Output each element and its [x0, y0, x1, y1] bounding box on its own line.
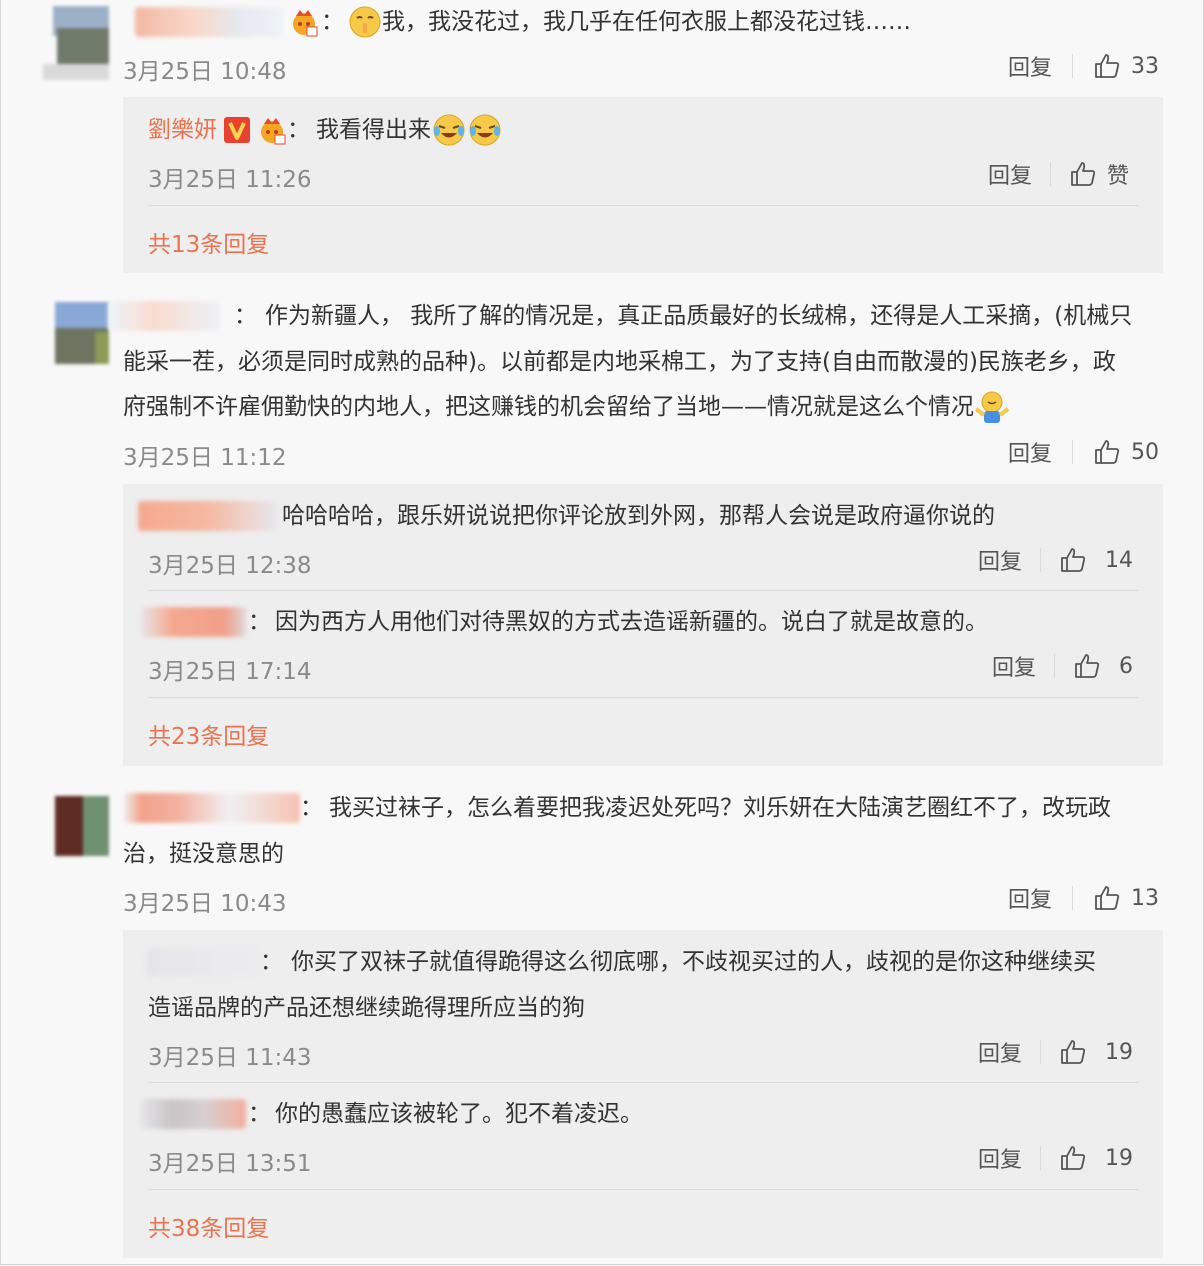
- reply-author-name[interactable]: 劉樂妍: [148, 107, 217, 153]
- like-count: 33: [1131, 53, 1160, 79]
- thumbs-up-icon[interactable]: [1073, 652, 1101, 680]
- divider: [148, 205, 1138, 206]
- divider: [1040, 1040, 1042, 1064]
- like-count: 19: [1105, 1039, 1134, 1065]
- reply-author-name[interactable]: [140, 607, 246, 637]
- comment-text: 作为新疆人， 我所了解的情况是，真正品质最好的长绒棉，还得是人工采摘，(机械只: [265, 303, 1133, 329]
- like-label[interactable]: 赞: [1107, 158, 1129, 190]
- comment-3-row: ： 我买过袜子，怎么着要把我凌迟处死吗？刘乐妍在大陆演艺圈红不了，改玩政: [124, 786, 1111, 830]
- reply-text: 因为西方人用他们对待黑奴的方式去造谣新疆的。说白了就是故意的。: [275, 609, 988, 635]
- more-replies-link[interactable]: 共13条回复: [148, 225, 269, 259]
- reply-button[interactable]: 回复: [992, 650, 1036, 682]
- reply-button[interactable]: 回复: [978, 1142, 1022, 1174]
- commenter-name[interactable]: [135, 7, 283, 37]
- reply-author-name[interactable]: [138, 501, 278, 531]
- reply-button[interactable]: 回复: [988, 158, 1032, 190]
- reply-author-name[interactable]: [146, 947, 258, 977]
- more-replies-link[interactable]: 共23条回复: [148, 717, 269, 751]
- reply-row: 哈哈哈哈，跟乐妍说说把你评论放到外网，那帮人会说是政府逼你说的: [138, 494, 995, 538]
- fan-crown-icon: [289, 7, 319, 37]
- reply-actions: 回复 19: [978, 1142, 1133, 1174]
- avatar[interactable]: [43, 794, 109, 856]
- thumbs-up-icon[interactable]: [1093, 884, 1121, 912]
- reply-time: 3月25日 11:26: [148, 167, 312, 193]
- reply-button[interactable]: 回复: [978, 544, 1022, 576]
- comment-text: 我买过袜子，怎么着要把我凌迟处死吗？刘乐妍在大陆演艺圈红不了，改玩政: [329, 795, 1111, 821]
- thumbs-up-icon[interactable]: [1059, 1144, 1087, 1172]
- reply-row: ： 因为西方人用他们对待黑奴的方式去造谣新疆的。说白了就是故意的。: [140, 600, 988, 644]
- thumbs-up-icon[interactable]: [1059, 546, 1087, 574]
- comment-2-row-3: 府强制不许雇佣勤快的内地人，把这赚钱的机会留给了当地——情况就是这么个情况: [123, 385, 1010, 429]
- reply-actions: 回复 赞: [988, 158, 1129, 190]
- laugh-cry-emoji: [467, 112, 503, 148]
- reply-actions: 回复 14: [978, 544, 1133, 576]
- thumbs-up-icon[interactable]: [1059, 1038, 1087, 1066]
- reply-time: 3月25日 17:14: [148, 659, 312, 685]
- like-count: 6: [1119, 653, 1134, 679]
- reply-text: 你买了双袜子就值得跪得这么彻底哪，不歧视买过的人，歧视的是你这种继续买: [291, 949, 1096, 975]
- divider: [1040, 548, 1042, 572]
- comment-time: 3月25日 10:43: [123, 891, 287, 917]
- reply-text: 哈哈哈哈，跟乐妍说说把你评论放到外网，那帮人会说是政府逼你说的: [282, 503, 995, 529]
- divider: [1040, 1146, 1042, 1170]
- comment-1-row: ： 我，我没花过，我几乎在任何衣服上都没花过钱……: [135, 0, 911, 44]
- reply-actions: 回复 6: [992, 650, 1133, 682]
- comment-time: 3月25日 10:48: [123, 59, 287, 85]
- avatar[interactable]: [43, 6, 109, 82]
- comment-text: 府强制不许雇佣勤快的内地人，把这赚钱的机会留给了当地——情况就是这么个情况: [123, 394, 974, 420]
- shrug-emoji: [974, 389, 1010, 425]
- reply-text: 我看得出来: [316, 117, 431, 143]
- comment-actions: 回复 50: [1008, 436, 1159, 468]
- divider: [1072, 54, 1074, 78]
- reply-button[interactable]: 回复: [1008, 50, 1052, 82]
- comment-time: 3月25日 11:12: [123, 445, 287, 471]
- like-count: 19: [1105, 1145, 1134, 1171]
- reply-text: 造谣品牌的产品还想继续跪得理所应当的狗: [148, 995, 585, 1021]
- divider: [1072, 886, 1074, 910]
- thumbs-up-icon[interactable]: [1093, 438, 1121, 466]
- reply-text: 你的愚蠢应该被轮了。犯不着凌迟。: [275, 1101, 643, 1127]
- like-count: 14: [1105, 547, 1134, 573]
- commenter-name[interactable]: [108, 301, 220, 331]
- divider: [148, 697, 1138, 698]
- verified-v-icon: [223, 116, 251, 144]
- reply-row: ： 你的愚蠢应该被轮了。犯不着凌迟。: [140, 1092, 643, 1136]
- reply-button[interactable]: 回复: [978, 1036, 1022, 1068]
- comment-text: 治，挺没意思的: [123, 841, 284, 867]
- reply-row: 劉樂妍 ： 我看得出来: [148, 108, 503, 152]
- fan-crown-icon: [257, 115, 287, 145]
- reply-row: ： 你买了双袜子就值得跪得这么彻底哪，不歧视买过的人，歧视的是你这种继续买: [146, 940, 1096, 984]
- divider: [148, 1189, 1138, 1190]
- commenter-name[interactable]: [124, 793, 300, 823]
- divider: [148, 590, 1138, 591]
- comment-actions: 回复 13: [1008, 882, 1159, 914]
- like-count: 50: [1131, 439, 1160, 465]
- shush-emoji: [348, 5, 382, 39]
- divider: [1054, 654, 1056, 678]
- comment-2-row: ： 作为新疆人， 我所了解的情况是，真正品质最好的长绒棉，还得是人工采摘，(机械…: [108, 294, 1132, 338]
- divider: [1050, 162, 1052, 186]
- laugh-cry-emoji: [431, 112, 467, 148]
- reply-actions: 回复 19: [978, 1036, 1133, 1068]
- reply-time: 3月25日 12:38: [148, 553, 312, 579]
- reply-time: 3月25日 11:43: [148, 1045, 312, 1071]
- thumbs-up-icon[interactable]: [1069, 160, 1097, 188]
- reply-time: 3月25日 13:51: [148, 1151, 312, 1177]
- avatar[interactable]: [43, 302, 109, 364]
- reply-button[interactable]: 回复: [1008, 436, 1052, 468]
- comment-actions: 回复 33: [1008, 50, 1159, 82]
- thumbs-up-icon[interactable]: [1093, 52, 1121, 80]
- divider: [1072, 440, 1074, 464]
- like-count: 13: [1131, 885, 1160, 911]
- comment-text: 我，我没花过，我几乎在任何衣服上都没花过钱……: [382, 9, 911, 35]
- divider: [148, 1082, 1138, 1083]
- comment-text: 能采一茬，必须是同时成熟的品种)。以前都是内地采棉工，为了支持(自由而散漫的)民…: [123, 349, 1116, 375]
- more-replies-link[interactable]: 共38条回复: [148, 1209, 269, 1243]
- reply-author-name[interactable]: [140, 1099, 246, 1129]
- reply-button[interactable]: 回复: [1008, 882, 1052, 914]
